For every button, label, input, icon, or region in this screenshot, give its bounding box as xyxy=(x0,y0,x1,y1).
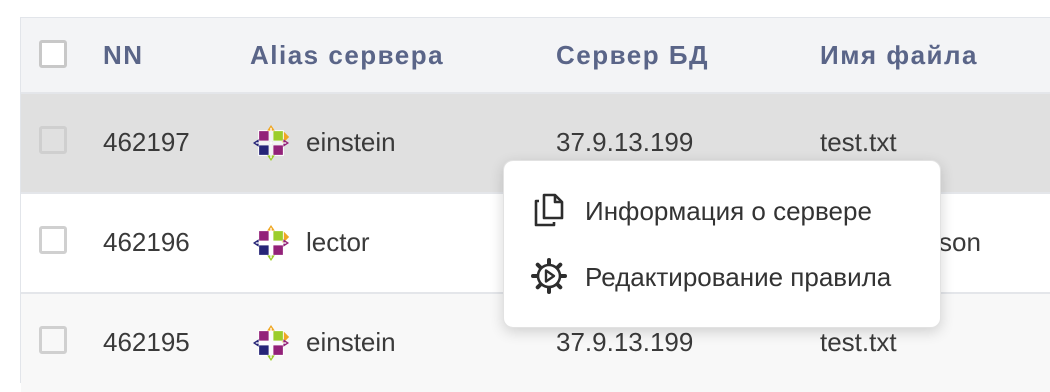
menu-item-server-info[interactable]: Информация о сервере xyxy=(504,181,940,241)
centos-logo-icon xyxy=(252,124,290,162)
cell-db-server: 37.9.13.199 xyxy=(556,327,694,357)
cell-filename: test.txt xyxy=(820,327,897,357)
cell-alias: einstein xyxy=(306,327,396,357)
row-checkbox[interactable] xyxy=(39,126,67,154)
row-checkbox[interactable] xyxy=(39,326,67,354)
column-header-alias[interactable]: Alias сервера xyxy=(250,40,444,71)
table-header: NN Alias сервера Сервер БД Имя файла xyxy=(21,18,1050,94)
copy-icon xyxy=(534,193,564,227)
column-header-filename[interactable]: Имя файла xyxy=(820,40,978,71)
menu-item-edit-rule[interactable]: Редактирование правила xyxy=(504,247,940,307)
cell-nn: 462195 xyxy=(103,327,190,357)
menu-item-label: Информация о сервере xyxy=(585,196,872,226)
column-header-nn[interactable]: NN xyxy=(103,40,144,71)
centos-logo-icon xyxy=(252,224,290,262)
cell-filename: test.txt xyxy=(820,127,897,157)
gear-icon xyxy=(531,258,567,294)
menu-item-label: Редактирование правила xyxy=(585,262,892,292)
cell-alias: einstein xyxy=(306,127,396,157)
cell-nn: 462196 xyxy=(103,227,190,257)
cell-db-server: 37.9.13.199 xyxy=(556,127,694,157)
select-all-checkbox[interactable] xyxy=(39,40,67,68)
centos-logo-icon xyxy=(252,324,290,362)
row-checkbox[interactable] xyxy=(39,226,67,254)
cell-nn: 462197 xyxy=(103,127,190,157)
cell-filename: son xyxy=(939,227,981,257)
column-header-db-server[interactable]: Сервер БД xyxy=(556,40,709,71)
cell-alias: lector xyxy=(306,227,370,257)
context-menu: Информация о сервере Редактирование прав… xyxy=(503,160,941,328)
